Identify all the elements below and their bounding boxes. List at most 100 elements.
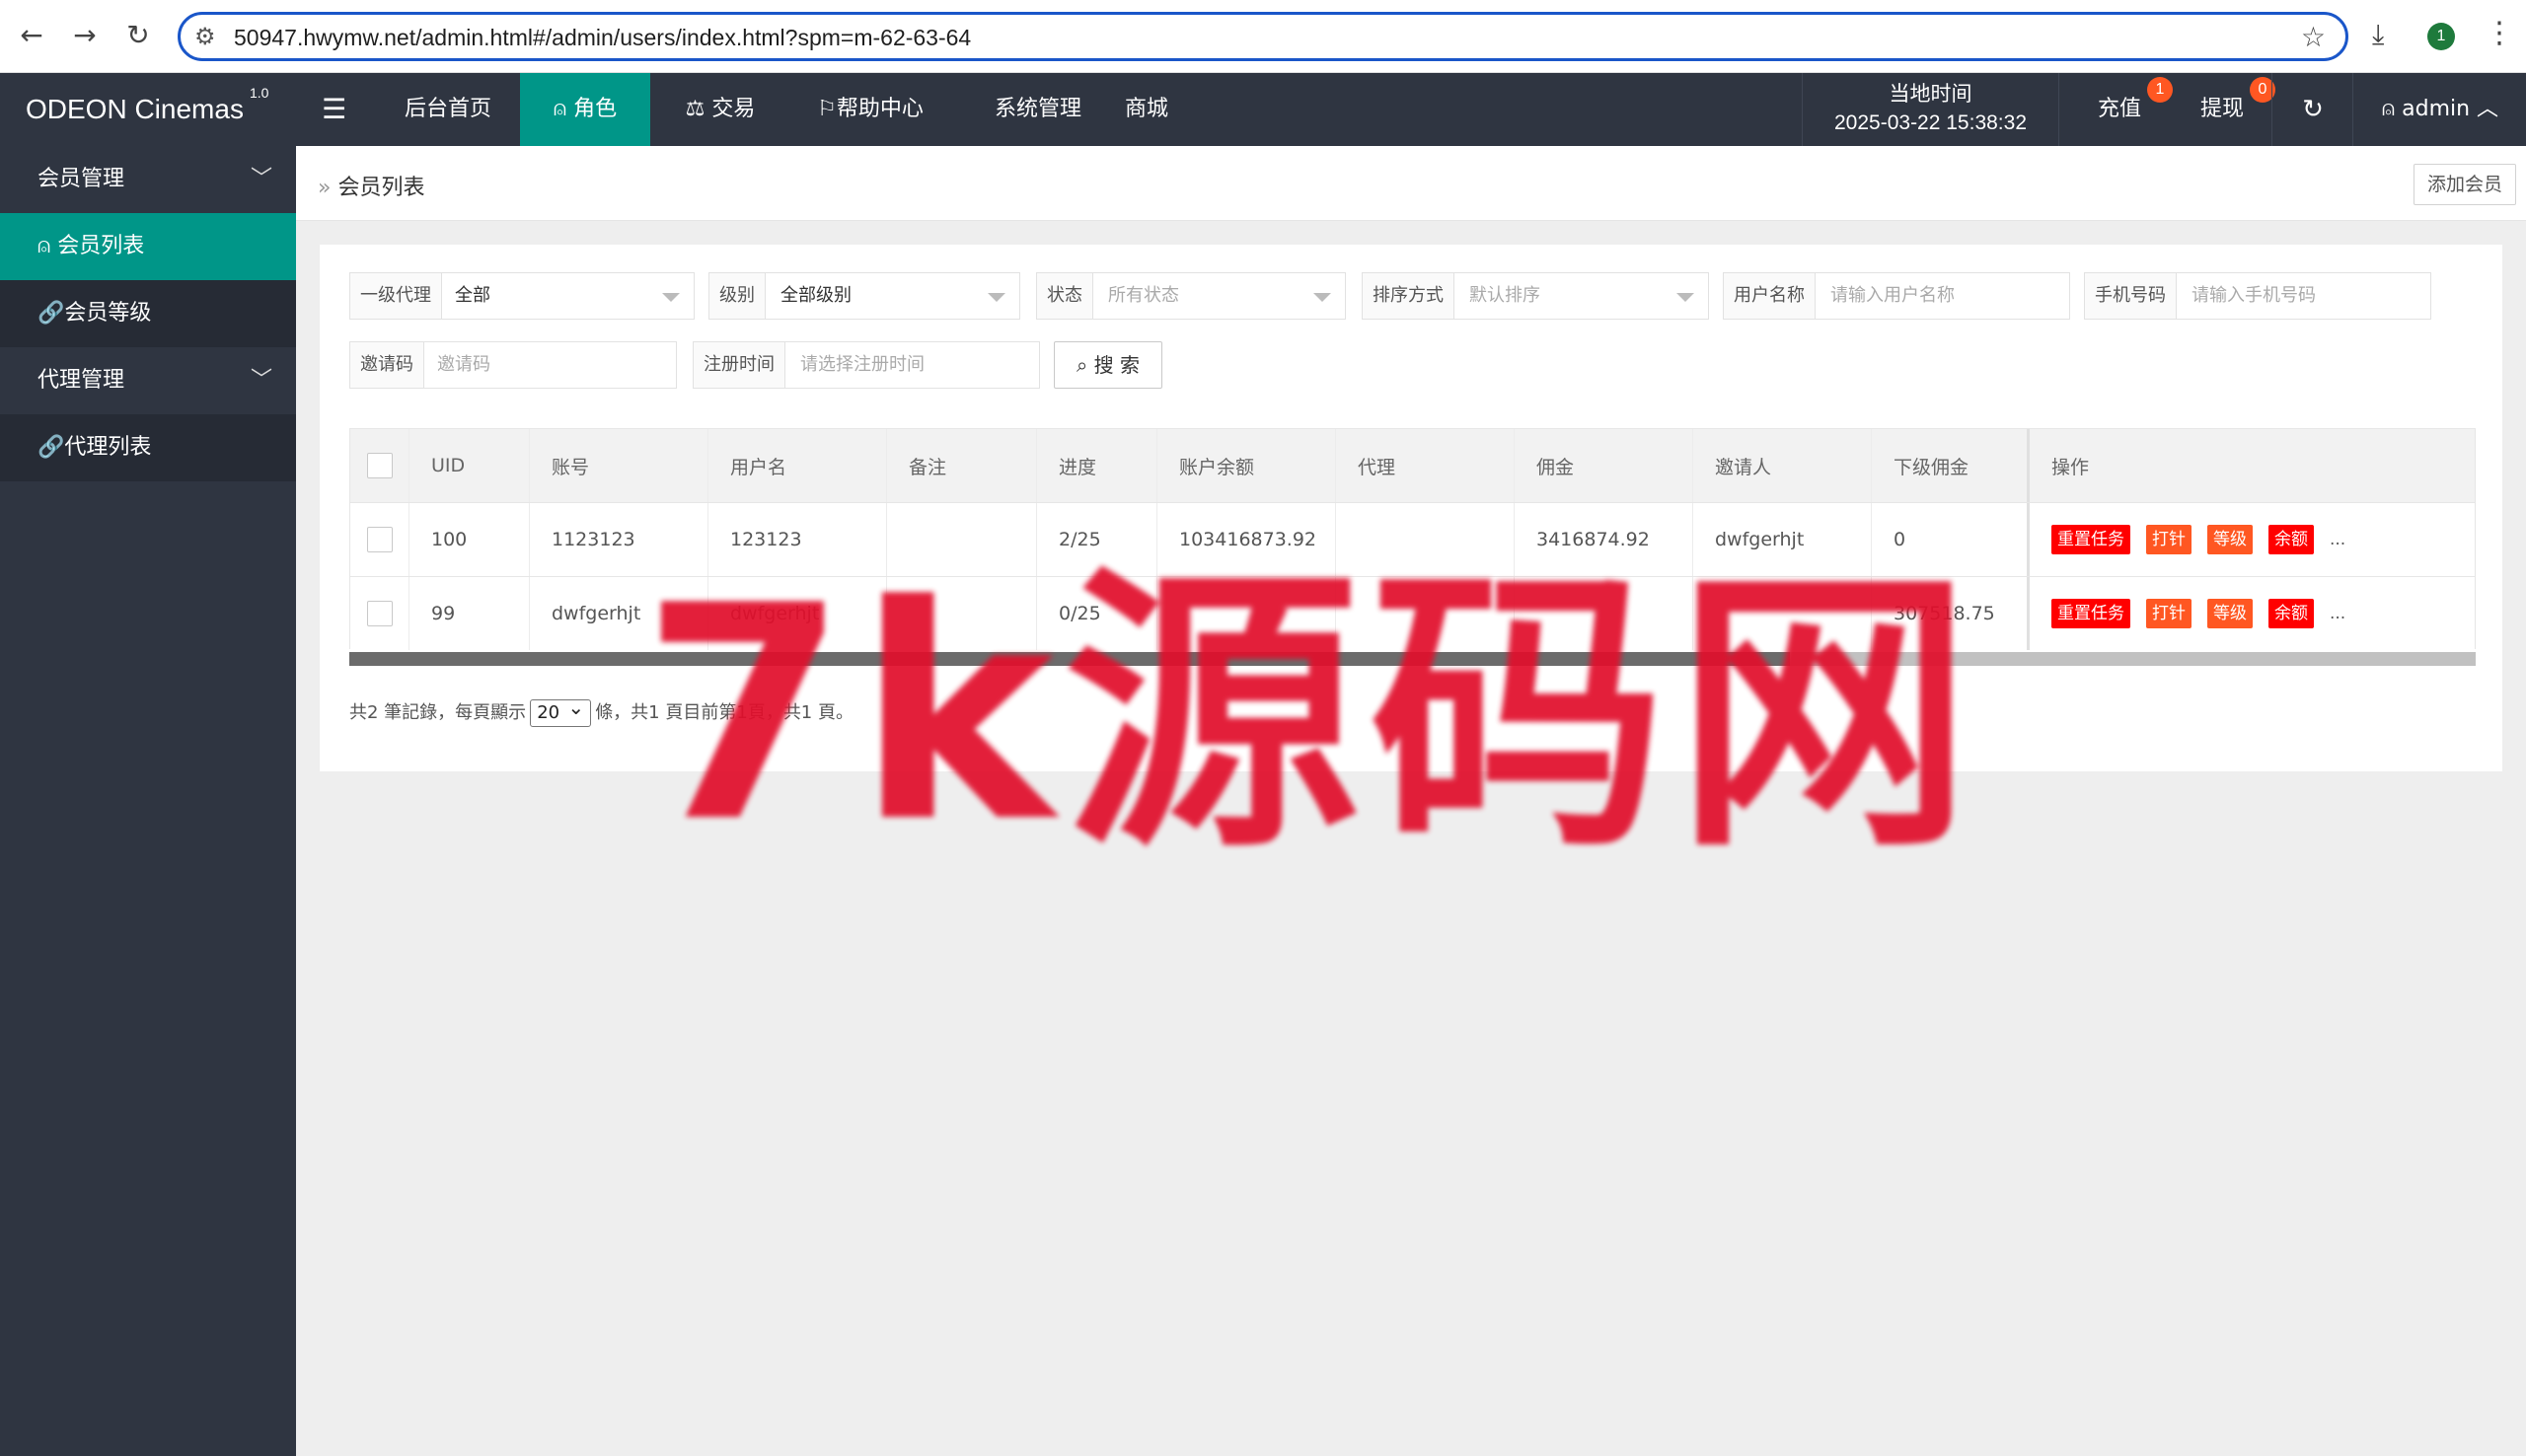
back-icon[interactable]: ← <box>14 18 49 53</box>
nav-help-label: 帮助中心 <box>836 97 924 121</box>
inject-button[interactable]: 打针 <box>2146 525 2192 554</box>
col-inviter[interactable]: 邀请人 <box>1693 429 1872 502</box>
pager-prefix: 共2 筆記錄，每頁顯示 <box>349 702 527 723</box>
status-select[interactable]: 状态 所有状态 <box>1036 272 1346 320</box>
admin-username: admin <box>2402 97 2471 121</box>
row-checkbox[interactable] <box>367 527 393 552</box>
user-icon: ⍝ <box>37 234 58 258</box>
status-label: 状态 <box>1037 273 1093 319</box>
col-agent[interactable]: 代理 <box>1336 429 1515 502</box>
scale-icon: ⚖ <box>685 97 712 121</box>
level-button[interactable]: 等级 <box>2207 599 2253 628</box>
address-bar[interactable]: ⚙ 50947.hwymw.net/admin.html#/admin/user… <box>178 12 2348 61</box>
refresh-icon[interactable]: ↻ <box>2287 73 2339 146</box>
recharge-badge: 1 <box>2147 77 2173 103</box>
sidebar-group-label: 会员管理 <box>37 167 125 191</box>
recharge-label: 充值 <box>2097 97 2141 121</box>
caret-down-icon <box>988 293 1005 302</box>
col-balance[interactable]: 账户余额 <box>1157 429 1336 502</box>
add-member-button[interactable]: 添加会员 <box>2414 164 2516 205</box>
table-header: UID 账号 用户名 备注 进度 账户余额 代理 佣金 邀请人 下级佣金 操作 <box>350 429 2475 502</box>
bookmark-star-icon[interactable]: ☆ <box>2301 21 2326 53</box>
sort-select[interactable]: 排序方式 默认排序 <box>1362 272 1709 320</box>
username-label: 用户名称 <box>1724 273 1816 319</box>
sidebar-group-agents[interactable]: 代理管理 ﹀ <box>0 347 296 414</box>
level-label: 级别 <box>709 273 766 319</box>
phone-placeholder: 请输入手机号码 <box>2192 285 2316 306</box>
nav-trade-label: 交易 <box>711 97 756 121</box>
nav-home[interactable]: 后台首页 <box>379 73 517 146</box>
sort-placeholder: 默认排序 <box>1469 285 1540 306</box>
balance-button[interactable]: 余额 <box>2268 525 2314 554</box>
profile-avatar[interactable]: 1 <box>2427 23 2455 50</box>
select-all-cell <box>350 429 409 502</box>
phone-label: 手机号码 <box>2085 273 2177 319</box>
recharge-button[interactable]: 充值 <box>2082 73 2157 146</box>
local-time-label: 当地时间 <box>1889 82 1972 106</box>
col-username[interactable]: 用户名 <box>708 429 887 502</box>
browser-toolbar: ← → ↻ ⚙ 50947.hwymw.net/admin.html#/admi… <box>0 0 2526 73</box>
sidebar-item-agent-list[interactable]: 🔗代理列表 <box>0 414 296 481</box>
search-icon: ⌕ <box>1077 353 1094 377</box>
breadcrumb-current: » 会员列表 <box>318 170 424 201</box>
col-account[interactable]: 账号 <box>530 429 708 502</box>
inject-button[interactable]: 打针 <box>2146 599 2192 628</box>
chevron-down-icon: ﹀ <box>250 167 272 191</box>
nav-help[interactable]: ⚐帮助中心 <box>797 73 943 146</box>
nav-trade[interactable]: ⚖ 交易 <box>655 73 785 146</box>
phone-field[interactable]: 手机号码 请输入手机号码 <box>2084 272 2431 320</box>
nav-shop[interactable]: 商城 <box>1109 73 1184 146</box>
search-button-label: 搜 索 <box>1093 353 1140 377</box>
menu-kebab-icon[interactable]: ⋮ <box>2485 16 2514 50</box>
register-time-field[interactable]: 注册时间 请选择注册时间 <box>693 341 1040 389</box>
nav-system-label: 系统管理 <box>994 97 1081 121</box>
more-actions-button[interactable]: ... <box>2330 530 2345 549</box>
status-placeholder: 所有状态 <box>1108 285 1179 306</box>
invite-code-field[interactable]: 邀请码 邀请码 <box>349 341 677 389</box>
level-value: 全部级别 <box>780 285 852 306</box>
nav-system[interactable]: 系统管理 <box>969 73 1107 146</box>
page-size-select[interactable]: 20 <box>530 694 592 727</box>
col-note[interactable]: 备注 <box>887 429 1037 502</box>
admin-user-menu[interactable]: ⍝ admin ︿ <box>2366 73 2514 146</box>
nav-roles[interactable]: ⍝ 角色 <box>520 73 650 146</box>
user-icon: ⍝ <box>553 97 574 121</box>
col-commission[interactable]: 佣金 <box>1515 429 1693 502</box>
user-icon: ⍝ <box>2381 97 2403 121</box>
balance-button[interactable]: 余额 <box>2268 599 2314 628</box>
sidebar-group-members[interactable]: 会员管理 ﹀ <box>0 146 296 213</box>
breadcrumb-label: 会员列表 <box>337 176 425 200</box>
sidebar-item-label: 代理列表 <box>64 435 152 460</box>
withdraw-button[interactable]: 提现 <box>2185 73 2260 146</box>
admin-header: ODEON Cinemas1.0 ☰ 后台首页 ⍝ 角色 ⚖ 交易 ⚐帮助中心 … <box>0 73 2526 146</box>
link-icon: 🔗 <box>37 435 65 460</box>
download-icon[interactable]: ⤓ <box>2372 18 2384 51</box>
row-checkbox[interactable] <box>367 601 393 626</box>
select-all-checkbox[interactable] <box>367 453 393 478</box>
forward-icon[interactable]: → <box>67 18 103 53</box>
cell-actions: 重置任务 打针 等级 余额 ... <box>2030 577 2475 650</box>
chevron-up-icon: ︿ <box>2470 97 2499 121</box>
site-info-icon[interactable]: ⚙ <box>194 23 216 50</box>
sidebar-item-member-list[interactable]: ⍝ 会员列表 <box>0 213 296 280</box>
col-uid[interactable]: UID <box>409 429 530 502</box>
invite-label: 邀请码 <box>350 342 424 388</box>
reset-task-button[interactable]: 重置任务 <box>2051 525 2130 554</box>
sidebar-item-member-level[interactable]: 🔗会员等级 <box>0 280 296 347</box>
level-button[interactable]: 等级 <box>2207 525 2253 554</box>
agent-select[interactable]: 一级代理 全部 <box>349 272 695 320</box>
col-progress[interactable]: 进度 <box>1037 429 1157 502</box>
invite-placeholder: 邀请码 <box>437 354 490 375</box>
version-label: 1.0 <box>249 85 269 101</box>
menu-toggle-icon[interactable]: ☰ <box>322 73 346 146</box>
level-select[interactable]: 级别 全部级别 <box>708 272 1020 320</box>
row-select-cell <box>350 577 409 650</box>
reload-icon[interactable]: ↻ <box>120 18 156 53</box>
reset-task-button[interactable]: 重置任务 <box>2051 599 2130 628</box>
more-actions-button[interactable]: ... <box>2330 604 2345 623</box>
local-time-value: 2025-03-22 15:38:32 <box>1834 111 2027 134</box>
logo: ODEON Cinemas 1.0 <box>0 73 296 146</box>
search-button[interactable]: ⌕ 搜 索 <box>1054 341 1162 389</box>
username-field[interactable]: 用户名称 请输入用户名称 <box>1723 272 2070 320</box>
col-sub-commission[interactable]: 下级佣金 <box>1872 429 2030 502</box>
